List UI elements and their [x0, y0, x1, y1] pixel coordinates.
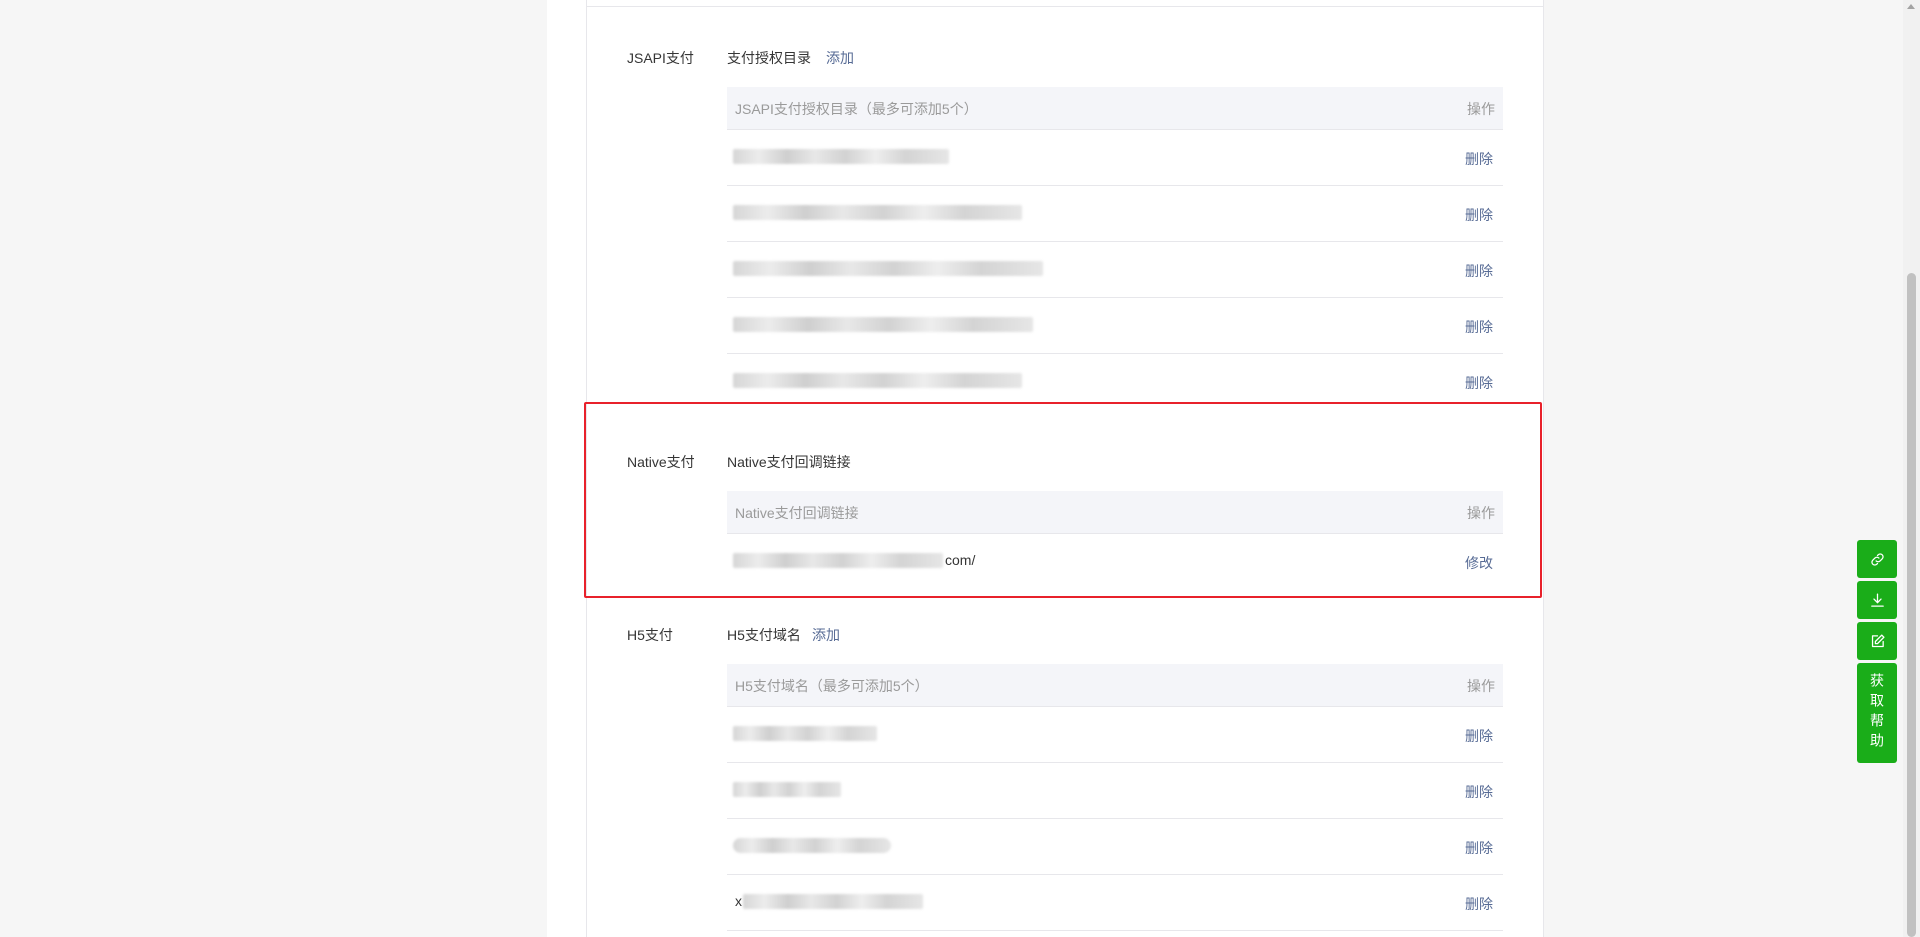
delete-button[interactable]: 删除 — [1465, 317, 1493, 337]
h5-table-header: H5支付域名（最多可添加5个） 操作 — [727, 664, 1503, 707]
table-row: com/ 修改 — [727, 534, 1503, 589]
delete-button[interactable]: 删除 — [1465, 894, 1493, 914]
redacted-domain — [733, 838, 891, 853]
jsapi-section-title: 支付授权目录 — [727, 50, 811, 66]
table-row: 删除 — [727, 242, 1503, 298]
table-row: 删除 — [727, 707, 1503, 763]
redacted-domain — [733, 726, 877, 741]
scrollbar-thumb[interactable] — [1907, 273, 1916, 937]
vertical-scrollbar[interactable] — [1903, 0, 1920, 937]
delete-button[interactable]: 删除 — [1465, 261, 1493, 281]
redacted-url — [733, 261, 1043, 276]
delete-button[interactable]: 删除 — [1465, 838, 1493, 858]
native-col-op: 操作 — [1467, 505, 1495, 521]
native-table-header: Native支付回调链接 操作 — [727, 491, 1503, 534]
native-section-title: Native支付回调链接 — [727, 454, 851, 470]
h5-add-button[interactable]: 添加 — [812, 625, 840, 645]
native-section-label: Native支付 — [627, 454, 695, 470]
edit-icon — [1871, 633, 1885, 647]
h5-section-title: H5支付域名 — [727, 627, 801, 643]
scroll-up-arrow-icon[interactable] — [1907, 4, 1915, 9]
edit-button[interactable]: 修改 — [1465, 553, 1493, 573]
jsapi-col-directory: JSAPI支付授权目录（最多可添加5个） — [735, 101, 978, 117]
jsapi-col-op: 操作 — [1467, 101, 1495, 117]
h5-table: H5支付域名（最多可添加5个） 操作 删除 删除 删除 x 删除 — [727, 664, 1503, 931]
jsapi-table-header: JSAPI支付授权目录（最多可添加5个） 操作 — [727, 87, 1503, 130]
redacted-url — [733, 553, 943, 568]
redacted-url — [733, 373, 1022, 388]
table-row: 删除 — [727, 819, 1503, 875]
edit-tool-button[interactable] — [1857, 622, 1897, 660]
jsapi-section-label: JSAPI支付 — [627, 50, 694, 66]
redacted-domain — [743, 894, 923, 909]
redacted-domain — [733, 782, 841, 797]
side-toolbar: 获取帮助 — [1857, 540, 1897, 763]
jsapi-add-button[interactable]: 添加 — [826, 48, 854, 68]
redacted-url — [733, 317, 1033, 332]
redacted-url — [733, 149, 949, 164]
table-row: x 删除 — [727, 875, 1503, 931]
table-row: 删除 — [727, 354, 1503, 409]
delete-button[interactable]: 删除 — [1465, 149, 1493, 169]
download-tool-button[interactable] — [1857, 581, 1897, 619]
delete-button[interactable]: 删除 — [1465, 205, 1493, 225]
payment-settings-panel: JSAPI支付 支付授权目录 添加 JSAPI支付授权目录（最多可添加5个） 操… — [586, 0, 1544, 937]
delete-button[interactable]: 删除 — [1465, 726, 1493, 746]
table-row: 删除 — [727, 298, 1503, 354]
help-button[interactable]: 获取帮助 — [1857, 663, 1897, 763]
table-row: 删除 — [727, 186, 1503, 242]
native-table: Native支付回调链接 操作 com/ 修改 — [727, 491, 1503, 589]
h5-col-op: 操作 — [1467, 678, 1495, 694]
delete-button[interactable]: 删除 — [1465, 782, 1493, 802]
domain-prefix: x — [735, 893, 742, 909]
table-row: 删除 — [727, 763, 1503, 819]
native-col-callback: Native支付回调链接 — [735, 505, 859, 521]
top-divider — [587, 6, 1543, 7]
download-icon — [1870, 592, 1884, 607]
jsapi-table: JSAPI支付授权目录（最多可添加5个） 操作 删除 删除 删除 删除 删除 — [727, 87, 1503, 409]
table-row: 删除 — [727, 130, 1503, 186]
redacted-url — [733, 205, 1022, 220]
h5-col-domain: H5支付域名（最多可添加5个） — [735, 678, 929, 694]
link-tool-button[interactable] — [1857, 540, 1897, 578]
link-icon — [1870, 552, 1884, 566]
delete-button[interactable]: 删除 — [1465, 373, 1493, 393]
callback-url-suffix: com/ — [945, 552, 976, 568]
h5-section-label: H5支付 — [627, 627, 673, 643]
